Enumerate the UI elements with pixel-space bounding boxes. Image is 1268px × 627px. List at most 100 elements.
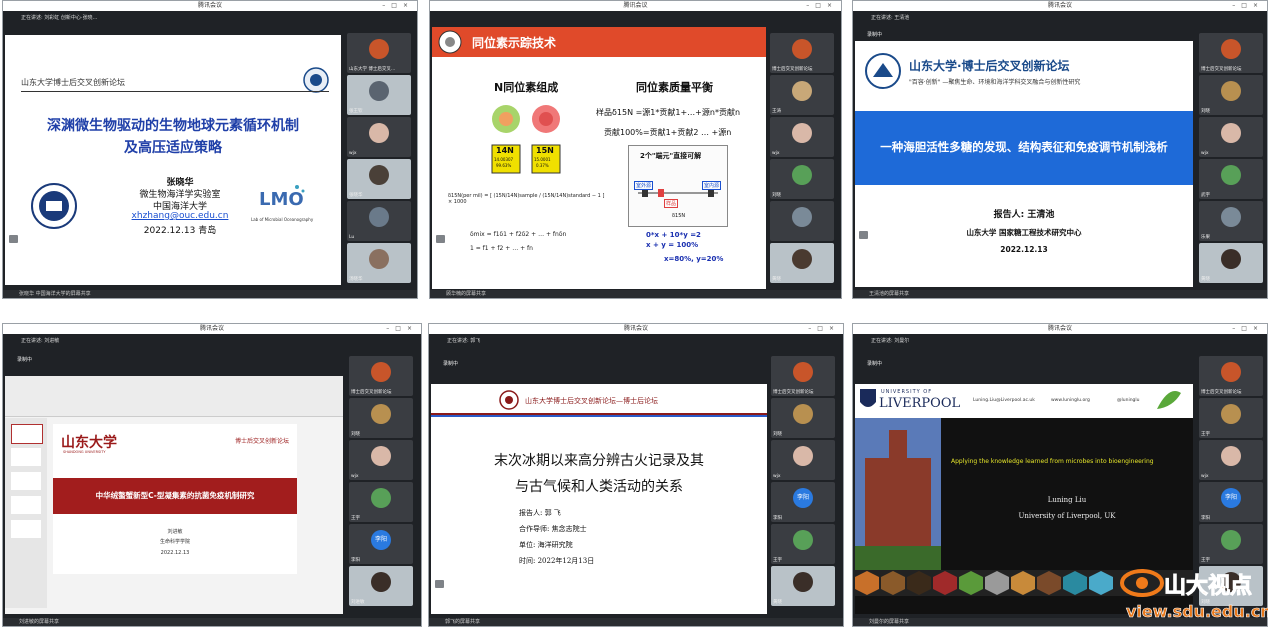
n15-abundance: 0.37% — [536, 163, 549, 168]
participant-tile[interactable]: 张晓华 — [347, 159, 411, 199]
recording-indicator: 录制中 — [867, 361, 883, 367]
menu-icon[interactable] — [436, 235, 445, 243]
contact-web[interactable]: www.luninglu.org — [1051, 398, 1090, 403]
participant-tile[interactable]: 博士后交叉创新论坛 — [770, 33, 834, 73]
contact-email[interactable]: Luning.Liu@Liverpool.ac.uk — [973, 398, 1035, 403]
bullet-2: x + y = 100% — [646, 241, 699, 249]
participant-tile[interactable]: 黄晓 — [770, 243, 834, 283]
avatar — [792, 81, 812, 101]
window-controls[interactable]: –□× — [1232, 324, 1264, 334]
participant-tile[interactable]: 刘晓 — [349, 398, 413, 438]
ppt-thumb[interactable] — [11, 520, 41, 538]
meeting-window-2: 腾讯会议 –□× 同位素示踪技术 N同位素组成 同位素质量平衡 14N 14.0… — [429, 0, 842, 299]
participant-tile[interactable]: wjx — [347, 117, 411, 157]
participant-tile[interactable]: 黄晓 — [771, 566, 835, 606]
participant-tile[interactable]: 乐果 — [1199, 201, 1263, 241]
sdu-calligraphy-logo: 山东大学 — [61, 435, 117, 451]
participant-tile[interactable]: 博士后交叉创新论坛 — [1199, 33, 1263, 73]
meeting-window-5: 腾讯会议 –□× 正在讲述: 郭飞 录制中 山东大学博士后交叉创新论坛—博士后论… — [428, 323, 844, 627]
watermark-eye-icon — [1120, 569, 1164, 597]
avatar — [792, 249, 812, 269]
ppt-thumb[interactable] — [11, 496, 41, 514]
participant-tile[interactable]: Lu — [347, 201, 411, 241]
participant-panel: 博士后交叉创新论坛 王涛 wjx 刘晓 黄晓 — [768, 27, 836, 290]
participant-tile[interactable]: 博士后交叉创新论坛 — [771, 356, 835, 396]
participant-tile[interactable]: 王宇 — [771, 524, 835, 564]
ppt-thumb-active[interactable] — [11, 424, 43, 444]
participant-tile[interactable]: wjx — [1199, 117, 1263, 157]
unit: 单位: 海洋研究院 — [519, 541, 573, 549]
window-controls[interactable]: –□× — [1232, 1, 1264, 11]
participant-tile[interactable]: wjx — [771, 440, 835, 480]
banner-title: 一种海胆活性多糖的发现、结构表征和免疫调节机制浅析 — [880, 140, 1168, 154]
participant-tile[interactable]: 山东大学 博士后交叉… — [347, 33, 411, 73]
slide-header: 山东大学博士后交叉创新论坛 — [21, 78, 125, 87]
participant-tile[interactable]: 李阳 李阳 — [771, 482, 835, 522]
participant-tile[interactable]: 王宇 — [349, 482, 413, 522]
share-info: 正在讲述: 王清池 — [853, 11, 910, 25]
window-controls[interactable]: –□× — [806, 1, 838, 11]
menu-icon[interactable] — [435, 580, 444, 588]
participant-tile[interactable]: 刘晓 — [771, 398, 835, 438]
participant-tile[interactable]: 刘晓 — [1199, 75, 1263, 115]
participant-tile[interactable]: wjx — [770, 117, 834, 157]
speaker-email[interactable]: xhzhang@ouc.edu.cn — [105, 211, 255, 221]
participant-tile[interactable]: 刘进敏 — [349, 566, 413, 606]
participant-panel: 博士后交叉创新论坛 刘晓 wjx 王宇 李阳 李阳 刘进敏 — [347, 350, 415, 618]
participant-tile[interactable]: 博士后交叉创新论坛 — [1199, 356, 1263, 396]
contact-twitter[interactable]: @luninglu — [1117, 398, 1140, 403]
mentor: 合作导师: 焦念志院士 — [519, 525, 587, 533]
avatar — [1221, 446, 1241, 466]
header-rule-blue — [431, 415, 767, 417]
window-controls[interactable]: –□× — [382, 1, 414, 11]
recording-indicator: 录制中 — [17, 357, 33, 363]
participant-tile[interactable]: 张王钦 — [347, 75, 411, 115]
window-controls[interactable]: –□× — [386, 324, 418, 334]
menu-icon[interactable] — [9, 235, 18, 243]
menu-icon[interactable] — [859, 231, 868, 239]
avatar — [793, 404, 813, 424]
participant-tile[interactable]: 黄晓 — [1199, 243, 1263, 283]
share-info: 正在讲述: 郭飞 — [429, 334, 481, 348]
avatar — [371, 572, 391, 592]
slide: 山东大学·博士后交叉创新论坛 "百容·创新" —聚焦生命、环境和海洋学科交叉融合… — [855, 41, 1193, 287]
participant-tile[interactable]: 武宇 — [1199, 159, 1263, 199]
participant-tile[interactable]: 王宇 — [1199, 398, 1263, 438]
participant-panel: 山东大学 博士后交叉… 张王钦 wjx 张晓华 Lu 汤晓华 — [345, 27, 413, 290]
avatar — [371, 488, 391, 508]
ppt-window: 山东大学 SHANDONG UNIVERSITY 博士后交叉创新论坛 中华绒螯蟹… — [5, 376, 343, 614]
right-title: 同位素质量平衡 — [636, 81, 713, 94]
participant-tile[interactable] — [770, 201, 834, 241]
participant-name: 张王钦 — [349, 109, 363, 114]
participant-name: wjx — [1201, 474, 1209, 479]
uni-small: UNIVERSITY OF — [881, 389, 933, 395]
avatar — [371, 362, 391, 382]
participant-tile[interactable]: 李阳 李阳 — [1199, 482, 1263, 522]
mass-balance-eq2: 贡献100%=贡献1+贡献2 … +源n — [604, 128, 732, 137]
participant-tile[interactable]: 李阳 李阳 — [349, 524, 413, 564]
avatar — [792, 165, 812, 185]
slide-subtitle: "百容·创新" —聚焦生命、环境和海洋学科交叉融合与创新性研究 — [909, 79, 1081, 86]
university-seal — [31, 183, 77, 229]
isotope-diagram — [491, 105, 561, 174]
participant-tile[interactable]: 博士后交叉创新论坛 — [349, 356, 413, 396]
participant-name: 博士后交叉创新论坛 — [351, 390, 392, 395]
leaf-logo-icon — [1157, 391, 1181, 409]
reporter: 报告人: 王清池 — [993, 210, 1055, 220]
ppt-thumb[interactable] — [11, 448, 41, 466]
participant-tile[interactable]: wjx — [1199, 440, 1263, 480]
participant-name: 王宇 — [773, 558, 782, 563]
participant-name: 刘晓 — [351, 432, 360, 437]
lmo-caption: Lab of Microbial Oceanography — [251, 217, 314, 222]
n14-mass: 14.00307 — [494, 157, 514, 162]
participant-tile[interactable]: wjx — [349, 440, 413, 480]
participant-tile[interactable]: 汤晓华 — [347, 243, 411, 283]
avatar — [1221, 207, 1241, 227]
window-controls[interactable]: –□× — [808, 324, 840, 334]
share-status-bar: 顾华楠的屏幕共享 — [430, 290, 841, 298]
participant-tile[interactable]: 刘晓 — [770, 159, 834, 199]
ppt-thumb[interactable] — [11, 472, 41, 490]
participant-tile[interactable]: 王涛 — [770, 75, 834, 115]
participant-tile[interactable]: 王宇 — [1199, 524, 1263, 564]
mass-balance-eq1: 样品δ15N =源1*贡献1+…+源n*贡献n — [596, 108, 741, 117]
